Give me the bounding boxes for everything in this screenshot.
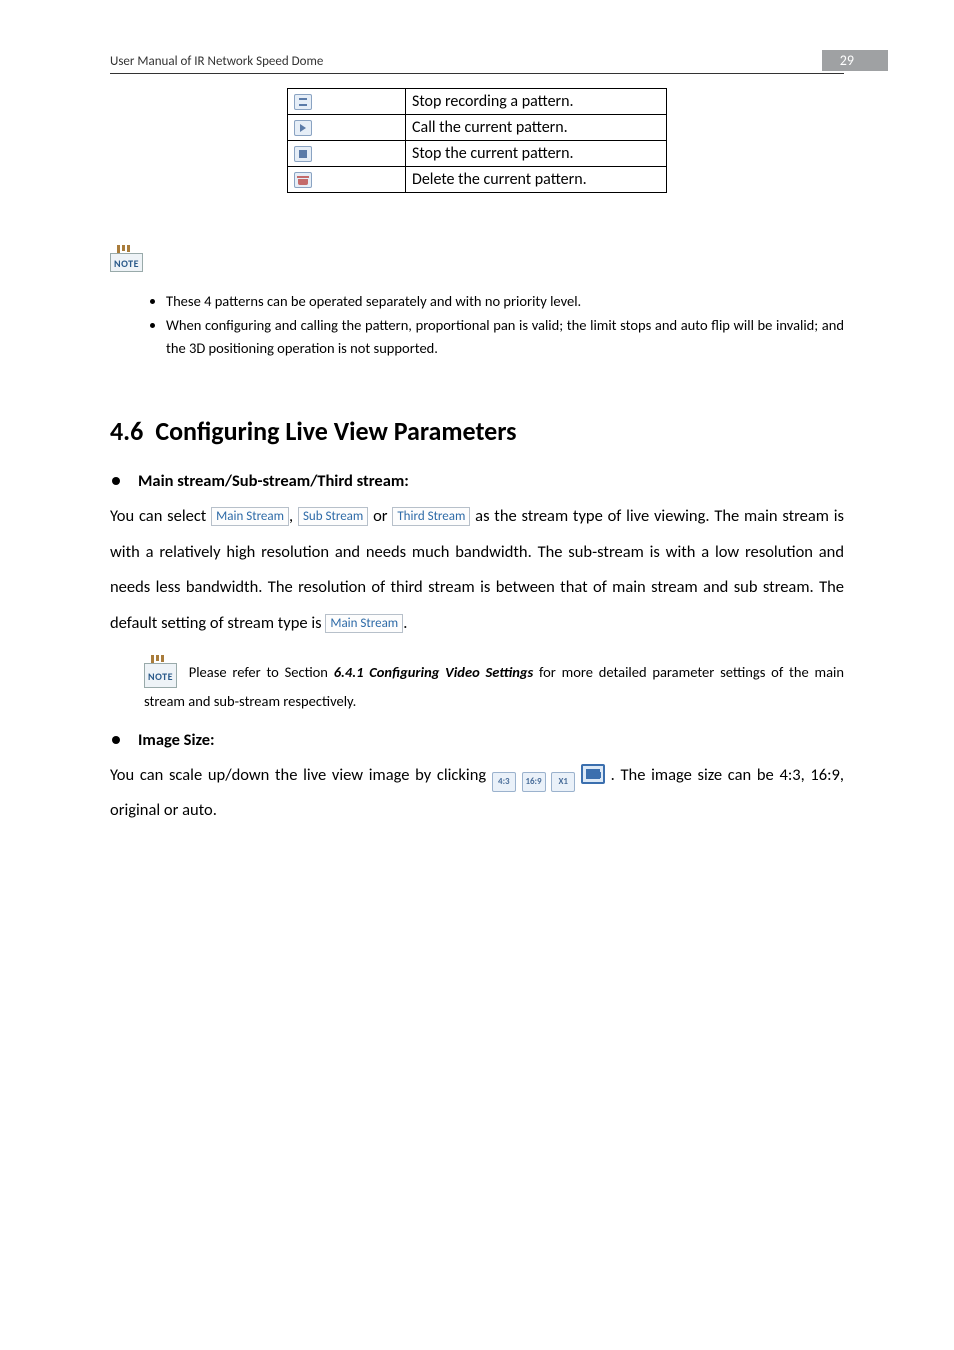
image-size-paragraph: You can scale up/down the live view imag… (110, 758, 844, 829)
stop-recording-icon (294, 94, 312, 110)
main-stream-pill: Main Stream (325, 614, 403, 633)
cell-desc: Stop recording a pattern. (406, 89, 667, 115)
reference-link: 6.4.1 Configuring Video Settings (334, 663, 534, 681)
header-title: User Manual of IR Network Speed Dome (110, 54, 323, 69)
subheading-stream: Main stream/Sub-stream/Third stream: (110, 471, 844, 491)
text: or (368, 506, 392, 526)
note-icon: NOTE (144, 663, 177, 688)
aspect-auto-button[interactable] (581, 764, 605, 784)
table-row: Delete the current pattern. (288, 167, 667, 193)
play-icon (294, 120, 312, 136)
bullet-icon (112, 477, 120, 485)
screen-icon (586, 769, 600, 779)
aspect-16-9-button[interactable]: 16:9 (522, 772, 546, 792)
table-row: Stop recording a pattern. (288, 89, 667, 115)
text: You can select (110, 506, 206, 526)
stream-paragraph: You can select Main Stream, Sub Stream o… (110, 499, 844, 641)
text: Please refer to Section (183, 663, 334, 681)
section-heading: 4.6 Configuring Live View Parameters (110, 415, 844, 447)
note-icon: NOTE (110, 253, 143, 272)
subheading-label: Main stream/Sub-stream/Third stream: (138, 471, 409, 491)
bullet-icon (112, 736, 120, 744)
main-stream-pill: Main Stream (211, 507, 289, 526)
note-item: These 4 patterns can be operated separat… (166, 290, 844, 312)
pattern-icon-table: Stop recording a pattern. Call the curre… (287, 88, 667, 193)
text: , (289, 506, 293, 526)
note-item: When configuring and calling the pattern… (166, 314, 844, 359)
table-row: Call the current pattern. (288, 115, 667, 141)
cell-desc: Call the current pattern. (406, 115, 667, 141)
table-row: Stop the current pattern. (288, 141, 667, 167)
section-number: 4.6 (110, 415, 143, 447)
subheading-image-size: Image Size: (110, 730, 844, 750)
aspect-x1-button[interactable]: X1 (551, 772, 575, 792)
text: You can scale up/down the live view imag… (110, 765, 492, 785)
stream-note: NOTE Please refer to Section 6.4.1 Confi… (144, 659, 844, 716)
aspect-button-strip: 4:3 16:9 X1 (492, 765, 611, 785)
page-number: 29 (822, 50, 888, 71)
subheading-label: Image Size: (138, 730, 215, 750)
sub-stream-pill: Sub Stream (298, 507, 368, 526)
stop-icon (294, 146, 312, 162)
text: . (403, 613, 407, 633)
aspect-4-3-button[interactable]: 4:3 (492, 772, 516, 792)
cell-desc: Stop the current pattern. (406, 141, 667, 167)
cell-desc: Delete the current pattern. (406, 167, 667, 193)
note-list: These 4 patterns can be operated separat… (166, 290, 844, 359)
section-title: Configuring Live View Parameters (155, 415, 516, 447)
delete-icon (294, 172, 312, 188)
third-stream-pill: Third Stream (392, 507, 470, 526)
page-header: User Manual of IR Network Speed Dome 29 (110, 50, 844, 74)
